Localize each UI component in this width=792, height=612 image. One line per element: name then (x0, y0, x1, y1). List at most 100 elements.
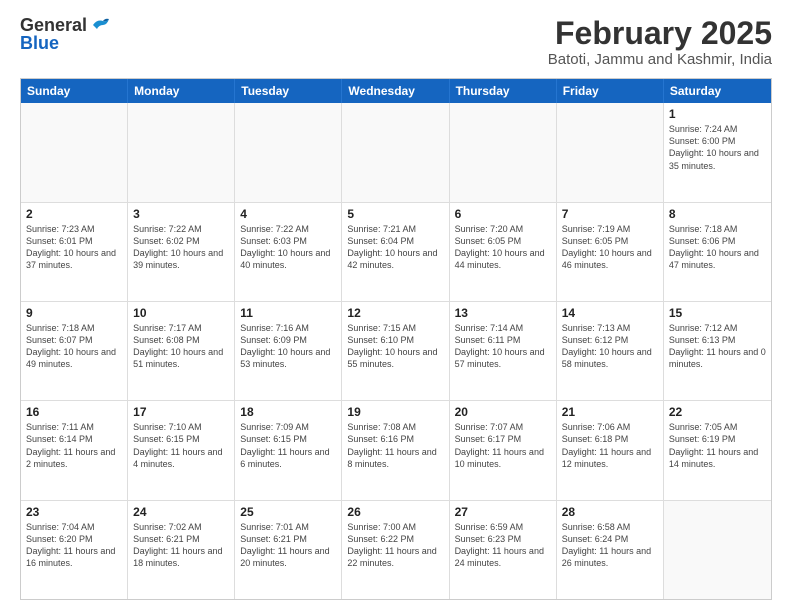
cell-details: Sunrise: 7:00 AM Sunset: 6:22 PM Dayligh… (347, 521, 443, 570)
day-number: 20 (455, 405, 551, 419)
cal-cell-2-0: 9Sunrise: 7:18 AM Sunset: 6:07 PM Daylig… (21, 302, 128, 400)
day-number: 17 (133, 405, 229, 419)
cal-cell-3-3: 19 Sunrise: 7:08 AM Sunset: 6:16 PM Dayli… (342, 401, 449, 499)
page: General Blue February 2025 Batoti, Jammu… (0, 0, 792, 612)
cal-cell-0-3 (342, 103, 449, 201)
cal-cell-0-6: 1 Sunrise: 7:24 AM Sunset: 6:00 PM Daylig… (664, 103, 771, 201)
cal-cell-4-4: 27 Sunrise: 6:59 AM Sunset: 6:23 PM Dayli… (450, 501, 557, 599)
title-block: February 2025 Batoti, Jammu and Kashmir,… (548, 16, 772, 68)
cell-details: Sunrise: 6:58 AM Sunset: 6:24 PM Dayligh… (562, 521, 658, 570)
cal-cell-4-6 (664, 501, 771, 599)
cal-cell-1-6: 8 Sunrise: 7:18 AM Sunset: 6:06 PM Daylig… (664, 203, 771, 301)
cal-cell-2-1: 10 Sunrise: 7:17 AM Sunset: 6:08 PM Dayli… (128, 302, 235, 400)
logo-blue: Blue (20, 34, 59, 54)
cal-cell-4-5: 28 Sunrise: 6:58 AM Sunset: 6:24 PM Dayli… (557, 501, 664, 599)
header-cell-wednesday: Wednesday (342, 79, 449, 103)
calendar-row-1: 2 Sunrise: 7:23 AM Sunset: 6:01 PM Daylig… (21, 202, 771, 301)
cell-details: Sunrise: 7:22 AM Sunset: 6:03 PM Dayligh… (240, 223, 336, 272)
cal-cell-3-6: 22Sunrise: 7:05 AM Sunset: 6:19 PM Dayli… (664, 401, 771, 499)
cal-cell-2-2: 11 Sunrise: 7:16 AM Sunset: 6:09 PM Dayli… (235, 302, 342, 400)
cell-details: Sunrise: 7:21 AM Sunset: 6:04 PM Dayligh… (347, 223, 443, 272)
cal-cell-1-3: 5 Sunrise: 7:21 AM Sunset: 6:04 PM Daylig… (342, 203, 449, 301)
calendar-header: SundayMondayTuesdayWednesdayThursdayFrid… (21, 79, 771, 103)
day-number: 22 (669, 405, 766, 419)
cal-cell-1-2: 4Sunrise: 7:22 AM Sunset: 6:03 PM Daylig… (235, 203, 342, 301)
calendar-row-0: 1 Sunrise: 7:24 AM Sunset: 6:00 PM Daylig… (21, 103, 771, 201)
cal-cell-2-5: 14 Sunrise: 7:13 AM Sunset: 6:12 PM Dayli… (557, 302, 664, 400)
day-number: 19 (347, 405, 443, 419)
cell-details: Sunrise: 7:01 AM Sunset: 6:21 PM Dayligh… (240, 521, 336, 570)
month-title: February 2025 (548, 16, 772, 51)
cell-details: Sunrise: 7:10 AM Sunset: 6:15 PM Dayligh… (133, 421, 229, 470)
day-number: 13 (455, 306, 551, 320)
cal-cell-3-1: 17 Sunrise: 7:10 AM Sunset: 6:15 PM Dayli… (128, 401, 235, 499)
cell-details: Sunrise: 7:14 AM Sunset: 6:11 PM Dayligh… (455, 322, 551, 371)
cal-cell-3-2: 18Sunrise: 7:09 AM Sunset: 6:15 PM Dayli… (235, 401, 342, 499)
day-number: 15 (669, 306, 766, 320)
cal-cell-1-1: 3Sunrise: 7:22 AM Sunset: 6:02 PM Daylig… (128, 203, 235, 301)
cal-cell-2-3: 12 Sunrise: 7:15 AM Sunset: 6:10 PM Dayli… (342, 302, 449, 400)
cal-cell-3-4: 20 Sunrise: 7:07 AM Sunset: 6:17 PM Dayli… (450, 401, 557, 499)
cal-cell-4-1: 24 Sunrise: 7:02 AM Sunset: 6:21 PM Dayli… (128, 501, 235, 599)
day-number: 18 (240, 405, 336, 419)
cal-cell-0-2 (235, 103, 342, 201)
calendar-body: 1 Sunrise: 7:24 AM Sunset: 6:00 PM Daylig… (21, 103, 771, 599)
day-number: 28 (562, 505, 658, 519)
cell-details: Sunrise: 7:04 AM Sunset: 6:20 PM Dayligh… (26, 521, 122, 570)
cell-details: Sunrise: 7:24 AM Sunset: 6:00 PM Dayligh… (669, 123, 766, 172)
cal-cell-0-4 (450, 103, 557, 201)
day-number: 2 (26, 207, 122, 221)
cal-cell-4-2: 25 Sunrise: 7:01 AM Sunset: 6:21 PM Dayli… (235, 501, 342, 599)
cell-details: Sunrise: 7:23 AM Sunset: 6:01 PM Dayligh… (26, 223, 122, 272)
cal-cell-0-0 (21, 103, 128, 201)
day-number: 12 (347, 306, 443, 320)
cal-cell-0-1 (128, 103, 235, 201)
cell-details: Sunrise: 7:17 AM Sunset: 6:08 PM Dayligh… (133, 322, 229, 371)
cal-cell-3-5: 21Sunrise: 7:06 AM Sunset: 6:18 PM Dayli… (557, 401, 664, 499)
cell-details: Sunrise: 6:59 AM Sunset: 6:23 PM Dayligh… (455, 521, 551, 570)
cell-details: Sunrise: 7:16 AM Sunset: 6:09 PM Dayligh… (240, 322, 336, 371)
cell-details: Sunrise: 7:22 AM Sunset: 6:02 PM Dayligh… (133, 223, 229, 272)
cal-cell-4-3: 26 Sunrise: 7:00 AM Sunset: 6:22 PM Dayli… (342, 501, 449, 599)
day-number: 27 (455, 505, 551, 519)
cell-details: Sunrise: 7:20 AM Sunset: 6:05 PM Dayligh… (455, 223, 551, 272)
day-number: 7 (562, 207, 658, 221)
cell-details: Sunrise: 7:12 AM Sunset: 6:13 PM Dayligh… (669, 322, 766, 371)
header-cell-thursday: Thursday (450, 79, 557, 103)
day-number: 1 (669, 107, 766, 121)
cell-details: Sunrise: 7:08 AM Sunset: 6:16 PM Dayligh… (347, 421, 443, 470)
day-number: 8 (669, 207, 766, 221)
calendar-row-3: 16 Sunrise: 7:11 AM Sunset: 6:14 PM Dayli… (21, 400, 771, 499)
cell-details: Sunrise: 7:11 AM Sunset: 6:14 PM Dayligh… (26, 421, 122, 470)
cal-cell-0-5 (557, 103, 664, 201)
cell-details: Sunrise: 7:02 AM Sunset: 6:21 PM Dayligh… (133, 521, 229, 570)
header-cell-saturday: Saturday (664, 79, 771, 103)
cell-details: Sunrise: 7:13 AM Sunset: 6:12 PM Dayligh… (562, 322, 658, 371)
cell-details: Sunrise: 7:06 AM Sunset: 6:18 PM Dayligh… (562, 421, 658, 470)
day-number: 24 (133, 505, 229, 519)
day-number: 25 (240, 505, 336, 519)
day-number: 6 (455, 207, 551, 221)
calendar-row-2: 9Sunrise: 7:18 AM Sunset: 6:07 PM Daylig… (21, 301, 771, 400)
cal-cell-1-5: 7 Sunrise: 7:19 AM Sunset: 6:05 PM Daylig… (557, 203, 664, 301)
header: General Blue February 2025 Batoti, Jammu… (20, 16, 772, 68)
cell-details: Sunrise: 7:15 AM Sunset: 6:10 PM Dayligh… (347, 322, 443, 371)
cal-cell-2-4: 13 Sunrise: 7:14 AM Sunset: 6:11 PM Dayli… (450, 302, 557, 400)
cal-cell-4-0: 23 Sunrise: 7:04 AM Sunset: 6:20 PM Dayli… (21, 501, 128, 599)
calendar-row-4: 23 Sunrise: 7:04 AM Sunset: 6:20 PM Dayli… (21, 500, 771, 599)
cell-details: Sunrise: 7:07 AM Sunset: 6:17 PM Dayligh… (455, 421, 551, 470)
header-cell-tuesday: Tuesday (235, 79, 342, 103)
day-number: 16 (26, 405, 122, 419)
day-number: 5 (347, 207, 443, 221)
day-number: 26 (347, 505, 443, 519)
header-cell-sunday: Sunday (21, 79, 128, 103)
cell-details: Sunrise: 7:18 AM Sunset: 6:06 PM Dayligh… (669, 223, 766, 272)
cell-details: Sunrise: 7:19 AM Sunset: 6:05 PM Dayligh… (562, 223, 658, 272)
logo-bird-icon (89, 17, 111, 33)
day-number: 11 (240, 306, 336, 320)
day-number: 14 (562, 306, 658, 320)
day-number: 10 (133, 306, 229, 320)
cal-cell-3-0: 16 Sunrise: 7:11 AM Sunset: 6:14 PM Dayli… (21, 401, 128, 499)
header-cell-friday: Friday (557, 79, 664, 103)
day-number: 23 (26, 505, 122, 519)
